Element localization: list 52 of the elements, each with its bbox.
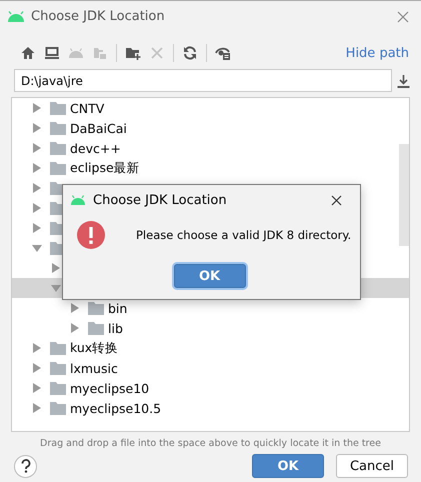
dialog-title: Choose JDK Location <box>93 192 227 208</box>
expand-arrow-icon[interactable] <box>32 203 42 213</box>
folder-icon <box>50 162 66 174</box>
android-icon <box>7 11 25 22</box>
expand-arrow-icon[interactable] <box>32 243 42 253</box>
error-icon <box>77 221 105 249</box>
error-message: Please choose a valid JDK 8 directory. <box>136 228 352 242</box>
expand-arrow-icon[interactable] <box>32 363 42 373</box>
ok-button[interactable]: OK <box>174 264 246 288</box>
download-icon[interactable] <box>397 74 410 88</box>
folder-icon <box>50 382 66 394</box>
android-icon <box>70 195 86 205</box>
scrollbar-thumb[interactable] <box>399 144 409 246</box>
question-mark-icon <box>20 459 30 473</box>
folder-name[interactable]: bin <box>108 300 128 316</box>
expand-arrow-icon[interactable] <box>70 323 80 333</box>
folder-icon <box>88 322 104 334</box>
expand-arrow-icon[interactable] <box>32 403 42 413</box>
folder-name[interactable]: myeclipse10 <box>70 380 150 396</box>
folder-name[interactable]: lxmusic <box>70 360 118 376</box>
expand-arrow-icon[interactable] <box>51 283 61 293</box>
folder-icon <box>50 122 66 134</box>
help-button[interactable] <box>14 454 37 478</box>
window-title: Choose JDK Location <box>31 9 165 24</box>
expand-arrow-icon[interactable] <box>32 123 42 133</box>
folder-icon <box>50 362 66 374</box>
folder-name[interactable]: eclipse最新 <box>70 160 140 176</box>
close-icon[interactable] <box>331 194 342 206</box>
expand-arrow-icon[interactable] <box>32 343 42 353</box>
expand-arrow-icon[interactable] <box>32 183 42 193</box>
expand-arrow-icon[interactable] <box>32 223 42 233</box>
hint-text: Drag and drop a file into the space above to quickly locate it in the tree <box>39 438 382 449</box>
expand-arrow-icon[interactable] <box>32 143 42 153</box>
cancel-button[interactable]: Cancel <box>336 454 408 478</box>
folder-icon <box>50 102 66 114</box>
folder-icon <box>50 342 66 354</box>
folder-name[interactable]: kux转换 <box>70 340 118 356</box>
ok-button[interactable]: OK <box>252 454 324 478</box>
folder-icon <box>50 142 66 154</box>
expand-arrow-icon[interactable] <box>51 263 61 273</box>
folder-name[interactable]: CNTV <box>70 100 104 116</box>
hide-path-link[interactable]: Hide path <box>346 46 409 60</box>
folder-name[interactable]: lib <box>108 320 123 336</box>
path-field[interactable]: D:\java\jre <box>14 69 392 92</box>
expand-arrow-icon[interactable] <box>70 303 80 313</box>
expand-arrow-icon[interactable] <box>32 163 42 173</box>
folder-icon <box>50 402 66 414</box>
folder-name[interactable]: DaBaiCai <box>70 120 127 136</box>
folder-name[interactable]: myeclipse10.5 <box>70 400 162 416</box>
folder-name[interactable]: devc++ <box>70 140 121 156</box>
expand-arrow-icon[interactable] <box>32 103 42 113</box>
expand-arrow-icon[interactable] <box>32 383 42 393</box>
